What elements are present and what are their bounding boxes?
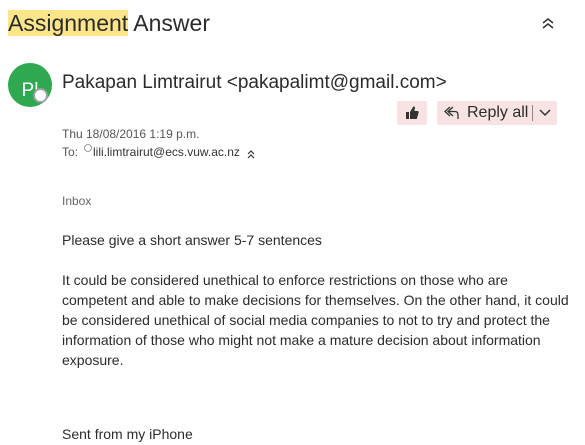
sender-name[interactable]: Pakapan Limtrairut <pakapalimt@gmail.com…: [62, 70, 447, 96]
reply-all-button[interactable]: Reply all: [437, 101, 532, 125]
email-subject: Assignment Answer: [8, 6, 210, 40]
thumbs-up-icon: [406, 106, 419, 119]
email-signature: Sent from my iPhone: [62, 426, 193, 442]
reply-options-dropdown[interactable]: [533, 101, 557, 125]
chevron-down-icon: [539, 109, 551, 117]
expand-recipients-button[interactable]: [246, 148, 256, 162]
reply-all-icon: [444, 106, 459, 119]
double-chevron-up-icon: [247, 150, 255, 159]
reply-all-label: Reply all: [467, 104, 529, 121]
recipient-presence-icon: [84, 144, 93, 152]
email-reading-pane: Assignment Answer Pl Pakapan Limtrairut …: [0, 0, 585, 445]
recipients-line: To: lili.limtrairut@ecs.vuw.ac.nz: [62, 144, 256, 162]
folder-label: Inbox: [62, 194, 92, 208]
subject-rest: Answer: [128, 10, 210, 36]
message-body: Please give a short answer 5-7 sentences…: [62, 230, 577, 370]
double-chevron-up-icon: [542, 18, 554, 29]
collapse-header-button[interactable]: [538, 14, 558, 34]
body-paragraph: It could be considered unethical to enfo…: [62, 272, 569, 368]
body-paragraph: Please give a short answer 5-7 sentences: [62, 232, 322, 248]
presence-status-icon: [33, 88, 48, 103]
like-button[interactable]: [397, 101, 427, 125]
to-label: To:: [62, 145, 79, 159]
sent-date: Thu 18/08/2016 1:19 p.m.: [62, 127, 200, 141]
subject-highlight: Assignment: [8, 10, 129, 36]
reply-all-group: Reply all: [437, 101, 558, 125]
recipient-address[interactable]: lili.limtrairut@ecs.vuw.ac.nz: [93, 145, 240, 159]
